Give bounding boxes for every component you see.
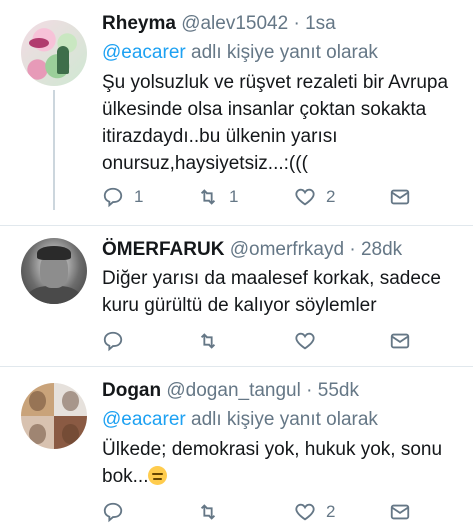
dm-button[interactable] bbox=[389, 330, 411, 352]
tweet-header: ÖMERFARUK @omerfrkayd · 28dk bbox=[102, 239, 402, 261]
mention-link[interactable]: @eacarer bbox=[102, 42, 186, 63]
reply-count: 1 bbox=[134, 187, 144, 206]
heart-icon bbox=[295, 188, 315, 206]
tweet-2[interactable]: ÖMERFARUK @omerfrkayd · 28dk Diğer yarıs… bbox=[0, 226, 473, 366]
retweet-button[interactable] bbox=[197, 501, 219, 523]
envelope-icon bbox=[390, 504, 410, 520]
mention-link[interactable]: @eacarer bbox=[102, 409, 186, 430]
timestamp[interactable]: 28dk bbox=[361, 239, 402, 260]
heart-icon bbox=[295, 503, 315, 521]
tweet-header: Dogan @dogan_tangul · 55dk bbox=[102, 380, 359, 402]
retweet-icon bbox=[200, 504, 216, 520]
tweet-text-line: Ülkede; demokrasi yok, hukuk yok, sonu bbox=[102, 439, 443, 460]
thread-line bbox=[53, 90, 55, 210]
tweet-text-line: onursuz,haysiyetsiz...:((( bbox=[102, 153, 308, 174]
tweet-text-line: itirazdaydı..bu ülkenin yarısı bbox=[102, 126, 338, 147]
reply-context: @eacarer adlı kişiye yanıt olarak bbox=[102, 409, 378, 431]
tweet-text-line: Şu yolsuzluk ve rüşvet rezaleti bir Avru… bbox=[102, 72, 449, 93]
separator-dot: · bbox=[349, 239, 356, 260]
action-bar: 1 1 2 bbox=[102, 186, 422, 210]
like-button[interactable]: 2 bbox=[294, 186, 335, 208]
reply-context: @eacarer adlı kişiye yanıt olarak bbox=[102, 42, 378, 64]
tweet-text-line: ülkesinde olsa insanlar çoktan sokakta bbox=[102, 99, 427, 120]
expressionless-face-emoji bbox=[148, 466, 168, 485]
timestamp[interactable]: 55dk bbox=[318, 380, 359, 401]
reply-icon bbox=[103, 187, 123, 208]
reply-button[interactable] bbox=[102, 501, 124, 523]
like-button[interactable]: 2 bbox=[294, 501, 335, 523]
handle[interactable]: @alev15042 bbox=[181, 13, 288, 34]
reply-icon bbox=[103, 331, 123, 352]
envelope-icon bbox=[390, 333, 410, 349]
tweet-3[interactable]: Dogan @dogan_tangul · 55dk @eacarer adlı… bbox=[0, 367, 473, 528]
tweet-1[interactable]: Rheyma @alev15042 · 1sa @eacarer adlı ki… bbox=[0, 0, 473, 225]
display-name[interactable]: Dogan bbox=[102, 380, 161, 401]
like-count: 2 bbox=[326, 502, 336, 521]
separator-dot: · bbox=[306, 380, 313, 401]
retweet-button[interactable] bbox=[197, 330, 219, 352]
retweet-icon bbox=[200, 189, 216, 205]
avatar[interactable] bbox=[21, 20, 87, 86]
heart-icon bbox=[295, 332, 315, 350]
reply-button[interactable] bbox=[102, 330, 124, 352]
envelope-icon bbox=[390, 189, 410, 205]
tweet-text-line: Diğer yarısı da maalesef korkak, sadece bbox=[102, 268, 441, 289]
reply-context-text: adlı kişiye yanıt olarak bbox=[185, 42, 378, 63]
separator-dot: · bbox=[293, 13, 300, 34]
dm-button[interactable] bbox=[389, 186, 411, 208]
avatar[interactable] bbox=[21, 238, 87, 304]
dm-button[interactable] bbox=[389, 501, 411, 523]
action-bar: 2 bbox=[102, 501, 422, 525]
reply-button[interactable]: 1 bbox=[102, 186, 143, 208]
timestamp[interactable]: 1sa bbox=[305, 13, 336, 34]
like-count: 2 bbox=[326, 187, 336, 206]
tweet-text-line: bok... bbox=[102, 466, 149, 487]
reply-icon bbox=[103, 502, 123, 523]
tweet-text: Ülkede; demokrasi yok, hukuk yok, sonu b… bbox=[102, 436, 462, 490]
reply-context-text: adlı kişiye yanıt olarak bbox=[185, 409, 378, 430]
like-button[interactable] bbox=[294, 330, 316, 352]
action-bar bbox=[102, 330, 422, 354]
tweet-text-line: kuru gürültü de kalıyor söylemler bbox=[102, 295, 377, 316]
display-name[interactable]: Rheyma bbox=[102, 13, 176, 34]
avatar[interactable] bbox=[21, 383, 87, 449]
retweet-icon bbox=[200, 333, 216, 349]
retweet-button[interactable]: 1 bbox=[197, 186, 238, 208]
handle[interactable]: @dogan_tangul bbox=[166, 380, 300, 401]
display-name[interactable]: ÖMERFARUK bbox=[102, 239, 224, 260]
retweet-count: 1 bbox=[229, 187, 239, 206]
tweet-text: Diğer yarısı da maalesef korkak, sadece … bbox=[102, 265, 462, 319]
tweet-header: Rheyma @alev15042 · 1sa bbox=[102, 13, 336, 35]
tweet-text: Şu yolsuzluk ve rüşvet rezaleti bir Avru… bbox=[102, 69, 462, 177]
handle[interactable]: @omerfrkayd bbox=[230, 239, 344, 260]
